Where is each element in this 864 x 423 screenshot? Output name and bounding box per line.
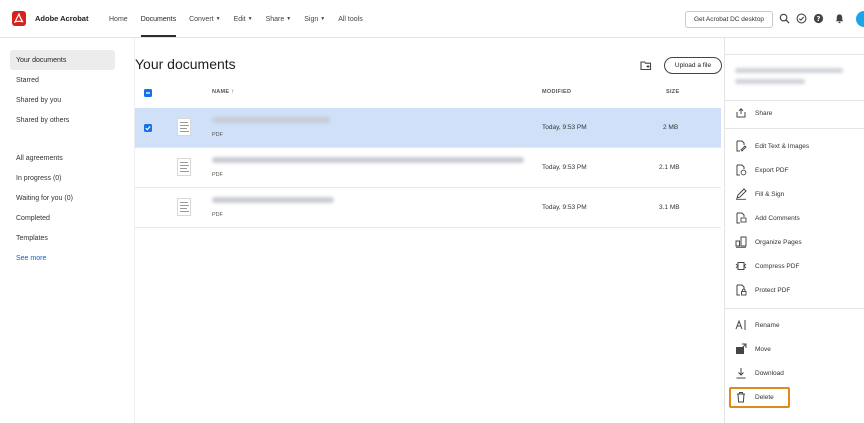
sidebar-item-waiting-for-you[interactable]: Waiting for you (0) <box>10 188 115 208</box>
column-modified[interactable]: MODIFIED <box>542 89 571 95</box>
sidebar-item-starred[interactable]: Starred <box>10 70 115 90</box>
chevron-down-icon: ▼ <box>286 16 292 22</box>
nav-sign[interactable]: Sign ▼ <box>304 0 325 38</box>
action-rename[interactable]: Rename <box>725 314 864 336</box>
file-name-redacted <box>212 197 334 203</box>
table-row[interactable]: PDF Today, 9:53 PM 2 MB <box>135 108 721 148</box>
pdf-thumbnail <box>177 198 191 216</box>
pdf-thumbnail <box>177 118 191 136</box>
svg-text:?: ? <box>817 15 821 23</box>
column-name[interactable]: NAME ↑ <box>212 89 235 95</box>
action-compress-pdf[interactable]: Compress PDF <box>725 255 864 277</box>
action-download[interactable]: Download <box>725 362 864 384</box>
file-modified: Today, 9:53 PM <box>542 204 587 211</box>
compress-icon <box>735 262 747 270</box>
top-bar: Adobe Acrobat Home Documents Convert ▼ Ed… <box>0 0 864 38</box>
action-move[interactable]: Move <box>725 338 864 360</box>
upload-file-button[interactable]: Upload a file <box>664 57 722 74</box>
nav-share[interactable]: Share ▼ <box>266 0 292 38</box>
chevron-down-icon: ▼ <box>247 16 253 22</box>
action-add-comments[interactable]: Add Comments <box>725 207 864 229</box>
new-folder-icon[interactable] <box>640 60 652 71</box>
action-fill-sign[interactable]: Fill & Sign <box>725 183 864 205</box>
table-header: NAME ↑ MODIFIED SIZE <box>135 84 725 102</box>
sidebar-item-shared-by-you[interactable]: Shared by you <box>10 90 115 110</box>
sidebar-item-all-agreements[interactable]: All agreements <box>10 148 115 168</box>
page-title: Your documents <box>135 56 236 72</box>
documents-main: Your documents Upload a file NAME ↑ MODI… <box>134 38 724 423</box>
file-modified: Today, 9:53 PM <box>542 164 587 171</box>
avatar[interactable] <box>856 11 864 27</box>
arrow-up-icon: ↑ <box>231 89 235 95</box>
organize-pages-icon <box>735 236 747 248</box>
select-all-checkbox[interactable] <box>144 89 152 97</box>
main-nav: Home Documents Convert ▼ Edit ▼ Share ▼ Sig… <box>109 0 363 38</box>
divider <box>725 128 864 129</box>
divider <box>725 308 864 309</box>
checkmark-icon <box>145 125 151 131</box>
rename-icon <box>735 319 746 330</box>
sidebar-item-templates[interactable]: Templates <box>10 228 115 248</box>
file-size: 3.1 MB <box>659 204 680 211</box>
chevron-down-icon: ▼ <box>320 16 326 22</box>
row-checkbox[interactable] <box>144 124 152 132</box>
nav-all-tools[interactable]: All tools <box>338 0 363 38</box>
file-size: 2.1 MB <box>659 164 680 171</box>
fill-sign-icon <box>736 188 747 200</box>
file-type: PDF <box>212 132 223 138</box>
divider <box>725 54 864 55</box>
action-delete[interactable]: Delete <box>725 386 864 408</box>
action-share[interactable]: Share <box>725 102 864 124</box>
file-size: 2 MB <box>663 124 679 131</box>
export-pdf-icon <box>736 164 747 176</box>
minus-icon <box>146 92 150 94</box>
acrobat-logo-icon[interactable] <box>12 11 26 26</box>
file-name-redacted <box>212 117 330 123</box>
chevron-down-icon: ▼ <box>215 16 221 22</box>
nav-home[interactable]: Home <box>109 0 128 38</box>
action-organize-pages[interactable]: Organize Pages <box>725 231 864 253</box>
bell-icon[interactable] <box>834 13 845 24</box>
sidebar-see-more-link[interactable]: See more <box>10 248 115 268</box>
sidebar-item-shared-by-others[interactable]: Shared by others <box>10 110 115 130</box>
action-edit-text-images[interactable]: Edit Text & Images <box>725 135 864 157</box>
column-size[interactable]: SIZE <box>666 89 679 95</box>
trash-icon <box>737 392 745 403</box>
pdf-thumbnail <box>177 158 191 176</box>
divider <box>725 100 864 101</box>
action-protect-pdf[interactable]: Protect PDF <box>725 279 864 301</box>
nav-convert[interactable]: Convert ▼ <box>189 0 220 38</box>
protect-icon <box>736 284 747 296</box>
selected-file-info-redacted <box>735 68 845 90</box>
sidebar-item-in-progress[interactable]: In progress (0) <box>10 168 115 188</box>
edit-text-icon <box>736 140 747 152</box>
tasks-icon[interactable] <box>796 13 807 24</box>
move-icon <box>736 343 747 354</box>
brand-name: Adobe Acrobat <box>35 14 89 23</box>
sidebar-item-your-documents[interactable]: Your documents <box>10 50 115 70</box>
table-row[interactable]: PDF Today, 9:53 PM 2.1 MB <box>135 148 721 188</box>
table-row[interactable]: PDF Today, 9:53 PM 3.1 MB <box>135 188 721 228</box>
file-actions-panel: Share Edit Text & Images Export PDF Fill… <box>724 38 864 423</box>
file-type: PDF <box>212 212 223 218</box>
nav-edit[interactable]: Edit ▼ <box>234 0 253 38</box>
sidebar-item-completed[interactable]: Completed <box>10 208 115 228</box>
get-desktop-button[interactable]: Get Acrobat DC desktop <box>685 11 773 28</box>
file-type: PDF <box>212 172 223 178</box>
action-export-pdf[interactable]: Export PDF <box>725 159 864 181</box>
nav-documents[interactable]: Documents <box>140 0 177 38</box>
share-icon <box>736 108 746 118</box>
file-modified: Today, 9:53 PM <box>542 124 587 131</box>
comment-icon <box>736 212 747 224</box>
search-icon[interactable] <box>779 13 790 24</box>
help-icon[interactable]: ? <box>813 13 824 24</box>
file-name-redacted <box>212 157 524 163</box>
left-sidebar: Your documents Starred Shared by you Sha… <box>10 50 115 268</box>
download-icon <box>736 368 746 379</box>
